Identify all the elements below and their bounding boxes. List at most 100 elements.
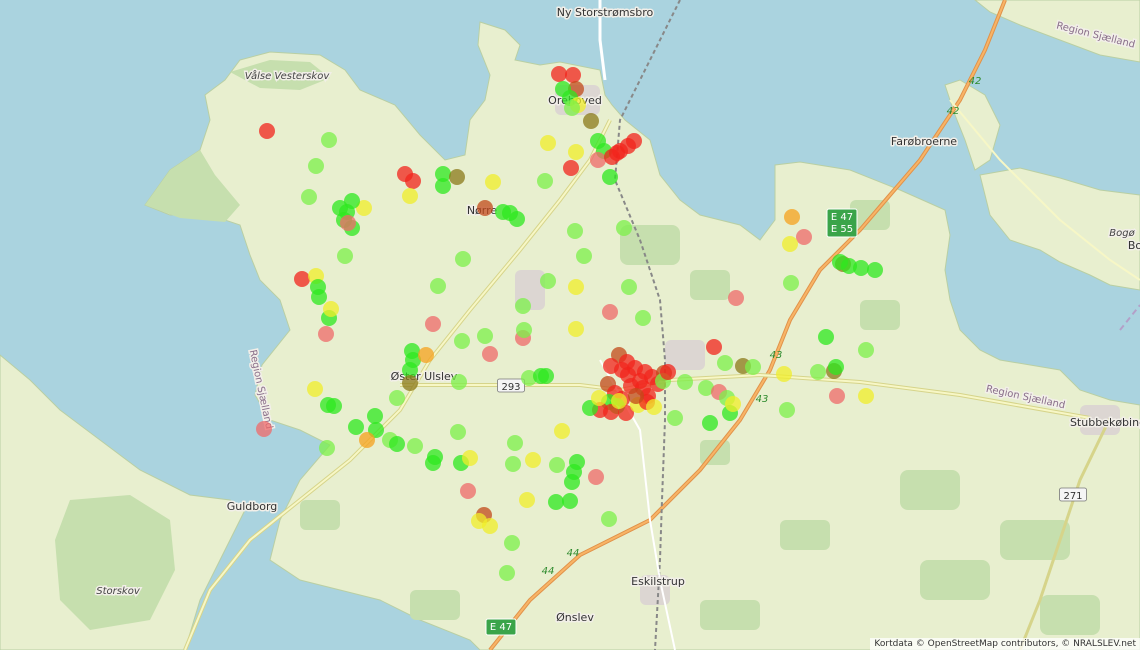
marker-green[interactable] — [818, 329, 834, 345]
marker-red[interactable] — [609, 145, 625, 161]
marker-green[interactable] — [832, 254, 848, 270]
marker-pink[interactable] — [425, 316, 441, 332]
marker-lightgreen[interactable] — [455, 251, 471, 267]
marker-yellow[interactable] — [485, 174, 501, 190]
marker-green[interactable] — [828, 359, 844, 375]
marker-green[interactable] — [344, 193, 360, 209]
marker-lightgreen[interactable] — [321, 132, 337, 148]
marker-orange[interactable] — [784, 209, 800, 225]
marker-yellow[interactable] — [540, 135, 556, 151]
marker-lightgreen[interactable] — [477, 328, 493, 344]
marker-green[interactable] — [326, 398, 342, 414]
map-canvas[interactable]: 293271424243434444 E 47E 55E 47 Ny Stors… — [0, 0, 1140, 650]
marker-lightgreen[interactable] — [567, 223, 583, 239]
marker-lightgreen[interactable] — [549, 457, 565, 473]
marker-yellow[interactable] — [568, 279, 584, 295]
marker-olive[interactable] — [449, 169, 465, 185]
marker-lightgreen[interactable] — [504, 535, 520, 551]
marker-lightgreen[interactable] — [301, 189, 317, 205]
marker-yellow[interactable] — [482, 518, 498, 534]
marker-green[interactable] — [564, 474, 580, 490]
marker-yellow[interactable] — [568, 321, 584, 337]
marker-red[interactable] — [551, 66, 567, 82]
marker-lightgreen[interactable] — [450, 424, 466, 440]
marker-yellow[interactable] — [725, 396, 741, 412]
marker-yellow[interactable] — [554, 423, 570, 439]
marker-lightgreen[interactable] — [677, 374, 693, 390]
marker-red[interactable] — [614, 362, 630, 378]
marker-lightgreen[interactable] — [516, 322, 532, 338]
marker-lightgreen[interactable] — [717, 355, 733, 371]
map-view[interactable]: 293 271 42 42 43 43 44 44 E 47 E 55 E 47 Ny Stors… — [0, 0, 1140, 650]
marker-yellow[interactable] — [323, 301, 339, 317]
marker-green[interactable] — [602, 169, 618, 185]
marker-lightgreen[interactable] — [407, 438, 423, 454]
marker-pink[interactable] — [460, 483, 476, 499]
marker-green[interactable] — [435, 178, 451, 194]
marker-green[interactable] — [311, 289, 327, 305]
marker-lightgreen[interactable] — [430, 278, 446, 294]
marker-yellow[interactable] — [646, 399, 662, 415]
marker-pink[interactable] — [796, 229, 812, 245]
marker-green[interactable] — [425, 455, 441, 471]
marker-lightgreen[interactable] — [576, 248, 592, 264]
marker-red[interactable] — [563, 160, 579, 176]
marker-red[interactable] — [565, 67, 581, 83]
marker-pink[interactable] — [340, 215, 356, 231]
marker-lightgreen[interactable] — [515, 298, 531, 314]
marker-yellow[interactable] — [525, 452, 541, 468]
marker-red[interactable] — [405, 173, 421, 189]
marker-lightgreen[interactable] — [499, 565, 515, 581]
marker-olive[interactable] — [583, 113, 599, 129]
marker-yellow[interactable] — [611, 393, 627, 409]
marker-lightgreen[interactable] — [540, 273, 556, 289]
marker-lightgreen[interactable] — [454, 333, 470, 349]
marker-lightgreen[interactable] — [616, 220, 632, 236]
marker-green[interactable] — [702, 415, 718, 431]
marker-pink[interactable] — [728, 290, 744, 306]
marker-lightgreen[interactable] — [505, 456, 521, 472]
marker-lightgreen[interactable] — [319, 440, 335, 456]
marker-lightgreen[interactable] — [308, 158, 324, 174]
marker-green[interactable] — [548, 494, 564, 510]
marker-green[interactable] — [509, 211, 525, 227]
marker-lightgreen[interactable] — [507, 435, 523, 451]
marker-lightgreen[interactable] — [858, 342, 874, 358]
marker-yellow[interactable] — [307, 381, 323, 397]
marker-pink[interactable] — [590, 152, 606, 168]
marker-green[interactable] — [348, 419, 364, 435]
marker-orange[interactable] — [418, 347, 434, 363]
marker-green[interactable] — [538, 368, 554, 384]
marker-yellow[interactable] — [402, 188, 418, 204]
marker-pink[interactable] — [829, 388, 845, 404]
marker-lightgreen[interactable] — [537, 173, 553, 189]
marker-lightgreen[interactable] — [337, 248, 353, 264]
marker-lightgreen[interactable] — [745, 359, 761, 375]
marker-pink[interactable] — [482, 346, 498, 362]
marker-olive[interactable] — [402, 375, 418, 391]
marker-lightgreen[interactable] — [451, 374, 467, 390]
marker-yellow[interactable] — [568, 144, 584, 160]
marker-orange[interactable] — [359, 432, 375, 448]
marker-red[interactable] — [294, 271, 310, 287]
marker-green[interactable] — [853, 260, 869, 276]
marker-green[interactable] — [367, 408, 383, 424]
marker-pink[interactable] — [602, 304, 618, 320]
marker-lightgreen[interactable] — [667, 410, 683, 426]
marker-lightgreen[interactable] — [601, 511, 617, 527]
marker-darkred[interactable] — [628, 388, 644, 404]
marker-green[interactable] — [562, 493, 578, 509]
marker-lightgreen[interactable] — [621, 279, 637, 295]
marker-red[interactable] — [259, 123, 275, 139]
marker-yellow[interactable] — [858, 388, 874, 404]
marker-red[interactable] — [626, 133, 642, 149]
marker-yellow[interactable] — [591, 390, 607, 406]
marker-lightgreen[interactable] — [810, 364, 826, 380]
marker-yellow[interactable] — [782, 236, 798, 252]
marker-red[interactable] — [660, 364, 676, 380]
marker-green[interactable] — [389, 436, 405, 452]
marker-red[interactable] — [706, 339, 722, 355]
marker-yellow[interactable] — [519, 492, 535, 508]
marker-green[interactable] — [867, 262, 883, 278]
marker-yellow[interactable] — [776, 366, 792, 382]
